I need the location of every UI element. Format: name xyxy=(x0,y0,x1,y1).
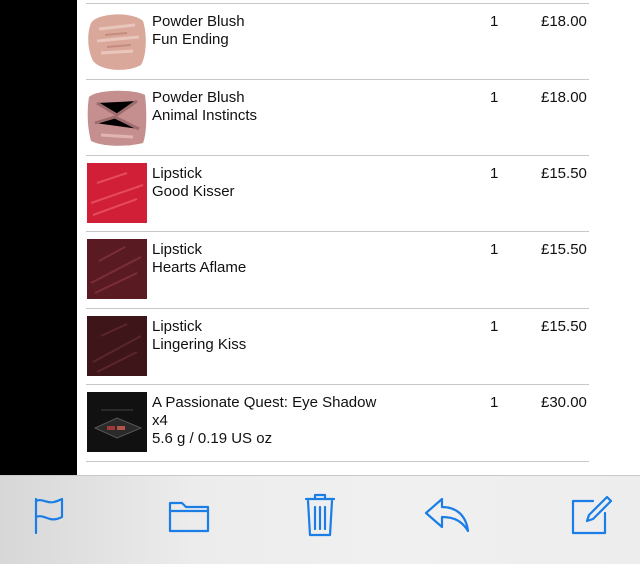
product-name: Lipstick Lingering Kiss xyxy=(152,318,452,354)
product-weight: 5.6 g / 0.19 US oz xyxy=(152,430,273,447)
order-item-row: Lipstick Hearts Aflame 1 £15.50 xyxy=(86,231,589,308)
left-black-bar xyxy=(0,0,77,475)
product-name: Powder Blush Animal Instincts xyxy=(152,89,452,125)
bottom-toolbar xyxy=(0,475,640,564)
product-thumbnail xyxy=(87,163,147,223)
product-shade: Hearts Aflame xyxy=(152,259,247,276)
reply-button[interactable] xyxy=(423,493,471,541)
product-price: £15.50 xyxy=(541,165,587,182)
order-item-row: Powder Blush Fun Ending 1 £18.00 xyxy=(86,3,589,80)
product-name: Powder Blush Fun Ending xyxy=(152,13,452,49)
product-price: £18.00 xyxy=(541,89,587,106)
order-item-row: Lipstick Lingering Kiss 1 £15.50 xyxy=(86,308,589,385)
product-price: £15.50 xyxy=(541,241,587,258)
product-type: Lipstick xyxy=(152,165,203,182)
product-thumbnail xyxy=(87,11,147,71)
trash-icon xyxy=(300,491,340,544)
product-thumbnail xyxy=(87,239,147,299)
order-item-row: A Passionate Quest: Eye Shadow x4 5.6 g … xyxy=(86,384,589,461)
order-item-row: Lipstick Good Kisser 1 £15.50 xyxy=(86,155,589,232)
product-price: £15.50 xyxy=(541,318,587,335)
product-name: Lipstick Good Kisser xyxy=(152,165,452,201)
partially-hidden-row xyxy=(86,461,589,475)
product-thumbnail xyxy=(87,316,147,376)
product-name: A Passionate Quest: Eye Shadow x4 5.6 g … xyxy=(152,394,452,448)
product-thumbnail xyxy=(87,392,147,452)
product-type: Powder Blush xyxy=(152,89,245,106)
product-shade: Good Kisser xyxy=(152,183,235,200)
product-quantity: 1 xyxy=(490,318,499,335)
product-type: Powder Blush xyxy=(152,13,245,30)
flag-icon xyxy=(28,495,68,540)
compose-button[interactable] xyxy=(567,493,615,541)
product-name: Lipstick Hearts Aflame xyxy=(152,241,452,277)
order-item-row: Powder Blush Animal Instincts 1 £18.00 xyxy=(86,79,589,156)
product-type: A Passionate Quest: Eye Shadow xyxy=(152,394,377,411)
product-shade: Lingering Kiss xyxy=(152,336,247,353)
trash-button[interactable] xyxy=(296,493,344,541)
product-thumbnail xyxy=(87,87,147,147)
compose-icon xyxy=(569,493,613,542)
product-price: £18.00 xyxy=(541,13,587,30)
product-quantity: 1 xyxy=(490,89,499,106)
flag-button[interactable] xyxy=(24,493,72,541)
product-quantity: 1 xyxy=(490,394,499,411)
product-quantity: 1 xyxy=(490,165,499,182)
product-quantity: 1 xyxy=(490,241,499,258)
product-type: Lipstick xyxy=(152,241,203,258)
folder-button[interactable] xyxy=(165,493,213,541)
product-count: x4 xyxy=(152,412,168,429)
product-price: £30.00 xyxy=(541,394,587,411)
reply-icon xyxy=(422,495,472,540)
folder-icon xyxy=(167,495,211,540)
product-shade: Fun Ending xyxy=(152,31,229,48)
product-quantity: 1 xyxy=(490,13,499,30)
product-shade: Animal Instincts xyxy=(152,107,258,124)
email-content[interactable]: Powder Blush Fun Ending 1 £18.00 Powder … xyxy=(77,0,640,475)
product-type: Lipstick xyxy=(152,318,203,335)
